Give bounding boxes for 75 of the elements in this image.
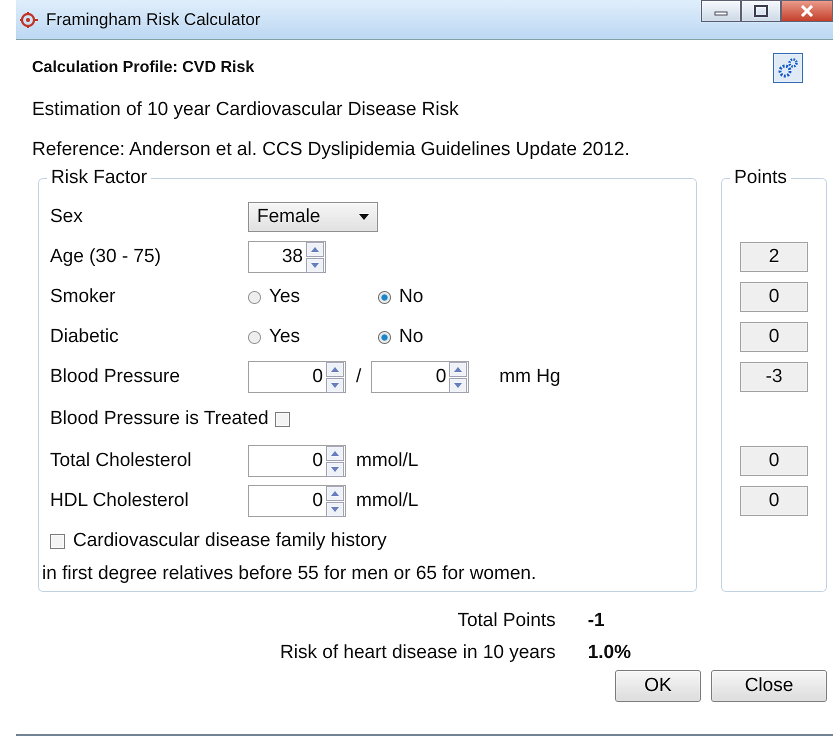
result-label: Risk of heart disease in 10 years <box>280 642 556 664</box>
settings-icon <box>777 57 799 79</box>
field-label: Blood Pressure <box>50 366 181 388</box>
number-spinner[interactable]: 0 <box>248 361 346 393</box>
radio-button[interactable] <box>248 330 261 344</box>
maximize-button[interactable] <box>741 0 781 22</box>
field-label: Total Cholesterol <box>50 450 193 472</box>
spin-up-button[interactable] <box>326 486 344 500</box>
target-icon <box>20 10 38 28</box>
up-arrow-icon <box>454 366 462 372</box>
spin-down-button[interactable] <box>326 462 344 476</box>
spin-down-button[interactable] <box>326 502 344 516</box>
spin-up-button[interactable] <box>326 446 344 460</box>
unit-label: mmol/L <box>356 450 418 472</box>
points-value: -3 <box>740 362 808 392</box>
field-label: Age (30 - 75) <box>50 246 162 268</box>
minimize-button[interactable] <box>701 0 741 22</box>
note-text: in first degree relatives before 55 for men or 65 for women. <box>42 562 538 586</box>
settings-button[interactable] <box>773 53 803 83</box>
checkbox[interactable] <box>274 412 290 426</box>
unit-label: mmol/L <box>356 490 418 512</box>
radio-button[interactable] <box>378 290 391 304</box>
dialog-button[interactable]: OK <box>615 670 701 702</box>
radio-option[interactable]: No <box>378 326 500 348</box>
down-arrow-icon <box>331 466 339 472</box>
maximize-icon <box>754 5 768 17</box>
field-label: HDL Cholesterol <box>50 490 190 512</box>
window-title: Framingham Risk Calculator <box>46 10 260 30</box>
number-spinner[interactable]: 0 <box>248 445 346 477</box>
radio-button[interactable] <box>248 290 261 304</box>
number-spinner[interactable]: 0 <box>371 361 470 393</box>
radio-option[interactable]: No <box>378 286 500 308</box>
result-value: 1.0% <box>588 642 631 664</box>
checkbox-label: Cardiovascular disease family history <box>73 530 387 552</box>
radio-option[interactable]: Yes <box>248 326 370 348</box>
up-arrow-icon <box>331 450 339 456</box>
down-arrow-icon <box>331 382 339 388</box>
down-arrow-icon <box>454 382 462 388</box>
down-arrow-icon <box>311 262 319 268</box>
spin-down-button[interactable] <box>306 258 324 272</box>
close-button[interactable] <box>781 0 833 22</box>
points-value: 2 <box>740 242 808 272</box>
checkbox[interactable] <box>50 534 65 548</box>
reference-text: Reference: Anderson et al. CCS Dyslipidemia Guidelines Update 2012. <box>32 138 631 162</box>
up-arrow-icon <box>331 366 339 372</box>
spin-up-button[interactable] <box>306 242 324 256</box>
spin-down-button[interactable] <box>326 378 344 392</box>
description-text: Estimation of 10 year Cardiovascular Disease Risk <box>32 98 460 122</box>
points-value: 0 <box>740 446 808 476</box>
points-value: 0 <box>740 322 808 352</box>
close-icon <box>800 5 814 17</box>
field-label: Sex <box>50 206 84 228</box>
points-value: 0 <box>740 282 808 312</box>
field-label: Diabetic <box>50 326 120 348</box>
field-label: Smoker <box>50 286 116 308</box>
profile-heading: Calculation Profile: CVD Risk <box>32 59 254 77</box>
result-value: -1 <box>588 610 606 632</box>
spin-up-button[interactable] <box>449 362 468 376</box>
sex-dropdown[interactable]: Female <box>248 202 378 232</box>
spin-down-button[interactable] <box>449 378 468 392</box>
up-arrow-icon <box>331 490 339 496</box>
up-arrow-icon <box>311 246 319 252</box>
points-value: 0 <box>740 486 808 516</box>
down-arrow-icon <box>331 506 339 512</box>
result-label: Total Points <box>456 610 556 632</box>
radio-option[interactable]: Yes <box>248 286 370 308</box>
number-spinner[interactable]: 38 <box>248 241 326 273</box>
spin-up-button[interactable] <box>326 362 344 376</box>
unit-label: mm Hg <box>499 366 561 388</box>
number-spinner[interactable]: 0 <box>248 485 346 517</box>
dropdown-arrow-icon <box>359 214 369 220</box>
separator-text: / <box>356 366 362 388</box>
radio-button[interactable] <box>378 330 391 344</box>
dialog-button[interactable]: Close <box>711 670 827 702</box>
field-label: Blood Pressure is Treated <box>50 408 269 430</box>
